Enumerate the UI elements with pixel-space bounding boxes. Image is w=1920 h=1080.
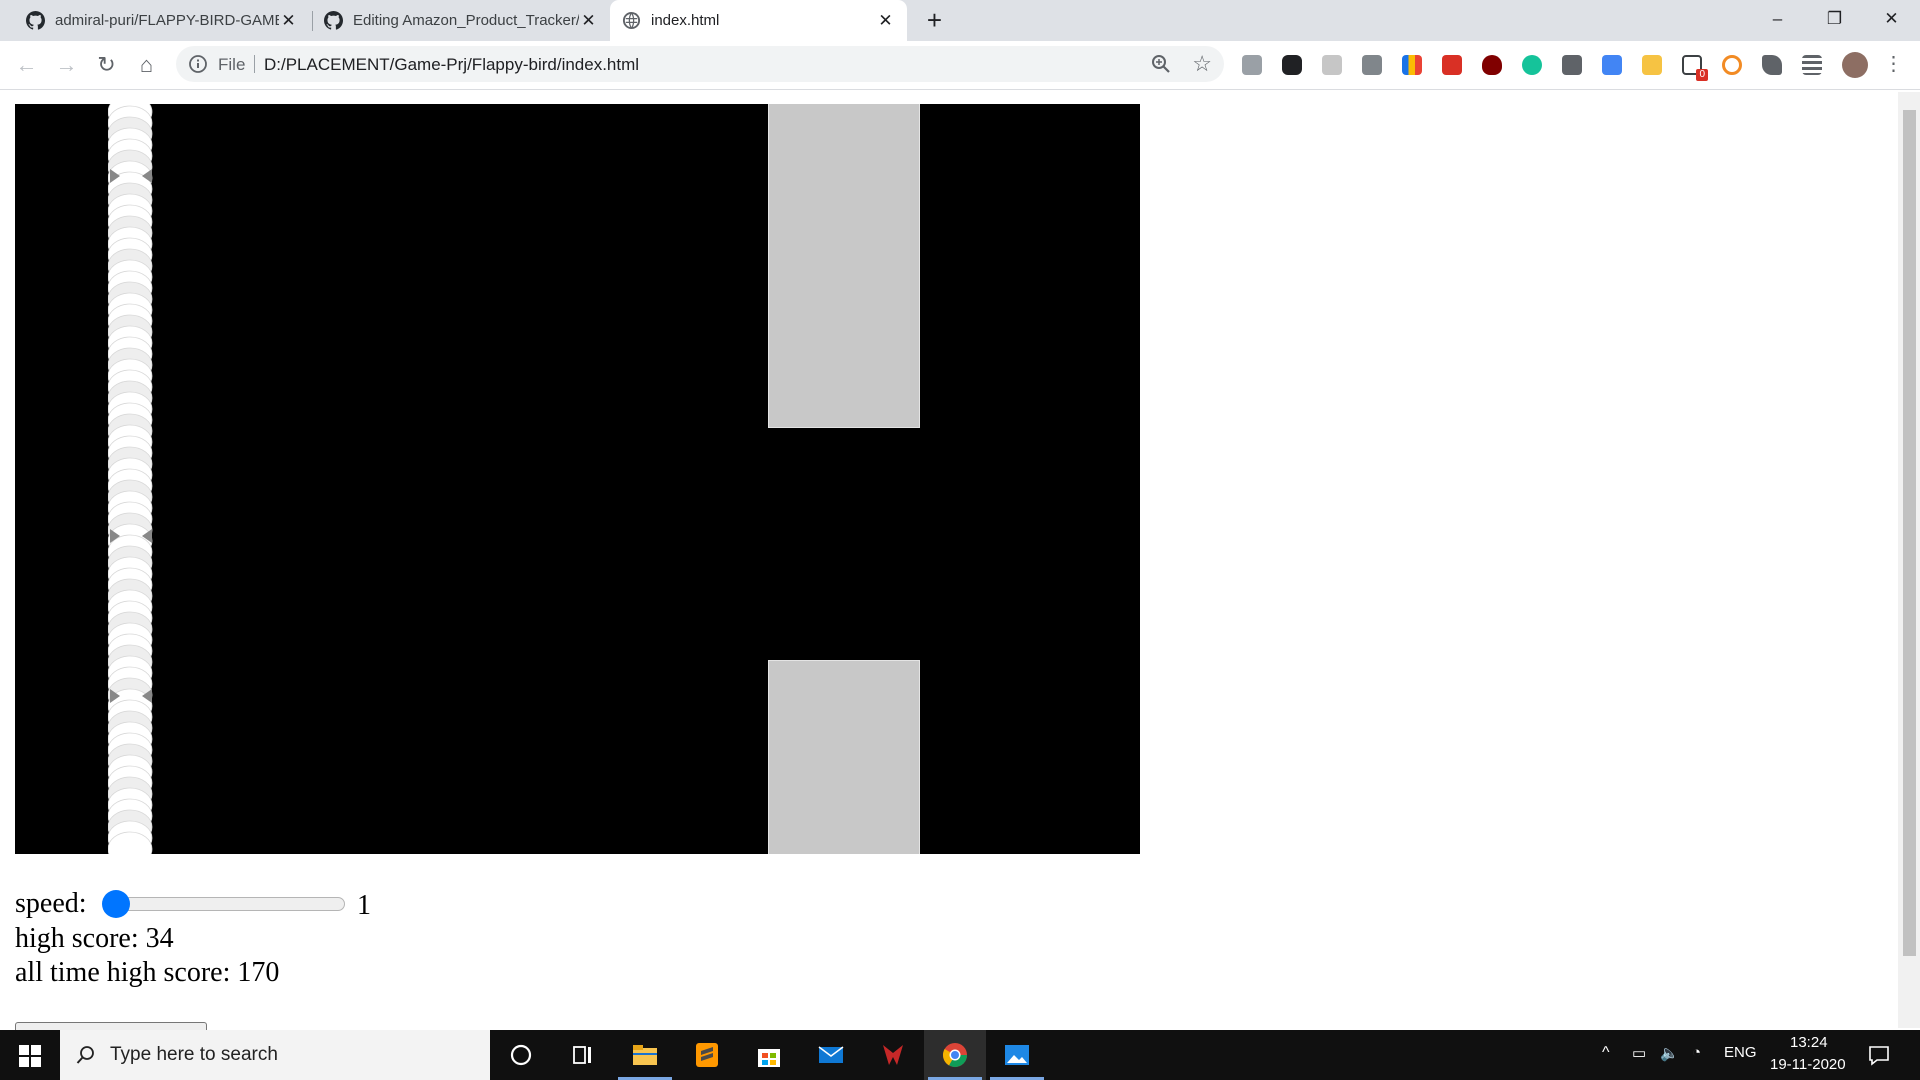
speed-slider[interactable]: [102, 890, 345, 918]
home-icon[interactable]: ⌂: [129, 47, 164, 82]
clock-time[interactable]: 13:24: [1790, 1034, 1828, 1051]
tab-title: admiral-puri/FLAPPY-BIRD-GAME: [55, 12, 279, 29]
speed-slider-thumb[interactable]: [102, 890, 130, 918]
bookmark-extension-icon[interactable]: [1442, 55, 1462, 75]
bookmark-star-icon[interactable]: ☆: [1192, 51, 1212, 77]
mail-icon[interactable]: [800, 1030, 862, 1080]
windows-taskbar: Type here to search ^ ▭ 🔈 ◔ ENG 13:24 19…: [0, 1030, 1920, 1080]
extension-icon[interactable]: [1402, 55, 1422, 75]
address-bar[interactable]: File D:/PLACEMENT/Game-Prj/Flappy-bird/i…: [176, 46, 1224, 82]
volume-icon[interactable]: 🔈: [1660, 1044, 1679, 1062]
page-scrollbar[interactable]: [1898, 92, 1920, 1028]
search-icon: [76, 1046, 94, 1064]
tab-title: index.html: [651, 12, 720, 29]
task-view-icon[interactable]: [552, 1030, 614, 1080]
url-text[interactable]: D:/PLACEMENT/Game-Prj/Flappy-bird/index.…: [264, 55, 639, 75]
tampermonkey-icon[interactable]: [1282, 55, 1302, 75]
clock-date[interactable]: 19-11-2020: [1770, 1056, 1846, 1073]
speed-label: speed:: [15, 888, 87, 919]
tab-index-html[interactable]: index.html ✕: [610, 0, 907, 41]
browser-toolbar: ← → ↻ ⌂ File D:/PLACEMENT/Game-Prj/Flapp…: [0, 41, 1920, 90]
file-explorer-icon[interactable]: [614, 1030, 676, 1080]
facebook-icon[interactable]: [1562, 55, 1582, 75]
forward-arrow-icon[interactable]: →: [49, 47, 84, 82]
extension-icon[interactable]: [1242, 55, 1262, 75]
chrome-icon[interactable]: [924, 1030, 986, 1080]
notification-icon[interactable]: [1868, 1044, 1890, 1066]
extension-icon[interactable]: [1642, 55, 1662, 75]
minimize-button[interactable]: –: [1749, 0, 1806, 40]
globe-icon: [622, 11, 641, 30]
sublime-text-icon[interactable]: [676, 1030, 738, 1080]
close-tab-icon[interactable]: ✕: [876, 11, 895, 31]
reload-icon[interactable]: ↻: [89, 47, 124, 82]
github-icon: [324, 11, 343, 30]
tab-strip: admiral-puri/FLAPPY-BIRD-GAME ✕ Editing …: [0, 0, 1920, 41]
extension-badge: 0: [1696, 69, 1708, 81]
back-arrow-icon[interactable]: ←: [9, 47, 44, 82]
tray-chevron-icon[interactable]: ^: [1602, 1044, 1610, 1062]
high-score: high score: 34: [15, 923, 174, 954]
translate-icon[interactable]: [1602, 55, 1622, 75]
tab-title: Editing Amazon_Product_Tracker/: [353, 12, 579, 29]
scheme-divider: [254, 55, 255, 73]
profile-avatar[interactable]: [1842, 52, 1868, 78]
language-indicator[interactable]: ENG: [1724, 1044, 1757, 1061]
close-tab-icon[interactable]: ✕: [579, 11, 598, 31]
ublock-icon[interactable]: [1482, 55, 1502, 75]
game-canvas[interactable]: [15, 104, 1140, 854]
bottom-pipe: [769, 661, 919, 854]
extension-icon[interactable]: [1362, 55, 1382, 75]
search-placeholder: Type here to search: [110, 1044, 278, 1065]
speed-value: 1: [357, 890, 371, 921]
github-icon: [26, 11, 45, 30]
new-tab-button[interactable]: +: [919, 5, 950, 36]
scheme-label: File: [218, 55, 246, 74]
extension-icon[interactable]: [1722, 55, 1742, 75]
photos-icon[interactable]: [986, 1030, 1048, 1080]
zoom-icon[interactable]: [1150, 53, 1172, 75]
cortana-icon[interactable]: [490, 1030, 552, 1080]
reading-list-icon[interactable]: [1802, 55, 1822, 75]
taskbar-search-box[interactable]: Type here to search: [60, 1030, 490, 1080]
extension-icon[interactable]: [1322, 55, 1342, 75]
menu-dots-icon[interactable]: ⋮: [1876, 47, 1911, 82]
wifi-icon[interactable]: ◔: [1692, 1044, 1701, 1061]
battery-icon[interactable]: ▭: [1632, 1044, 1646, 1062]
tab-flappy-bird-repo[interactable]: admiral-puri/FLAPPY-BIRD-GAME ✕: [14, 0, 310, 41]
microsoft-store-icon[interactable]: [738, 1030, 800, 1080]
tab-editing-amazon-tracker[interactable]: Editing Amazon_Product_Tracker/ ✕: [312, 0, 610, 41]
top-pipe: [769, 104, 919, 427]
info-icon[interactable]: [188, 54, 208, 74]
restore-button[interactable]: ❐: [1806, 0, 1863, 40]
checklist-icon[interactable]: 0: [1682, 55, 1708, 81]
close-window-button[interactable]: ✕: [1863, 0, 1920, 40]
all-time-high-score: all time high score: 170: [15, 957, 280, 988]
grammarly-icon[interactable]: [1522, 55, 1542, 75]
close-tab-icon[interactable]: ✕: [279, 11, 298, 31]
scrollbar-thumb[interactable]: [1903, 110, 1916, 956]
bird-column: [108, 104, 153, 854]
windows-start-icon[interactable]: [19, 1045, 41, 1067]
predator-sense-icon[interactable]: [862, 1030, 924, 1080]
puzzle-extensions-icon[interactable]: [1762, 55, 1782, 75]
